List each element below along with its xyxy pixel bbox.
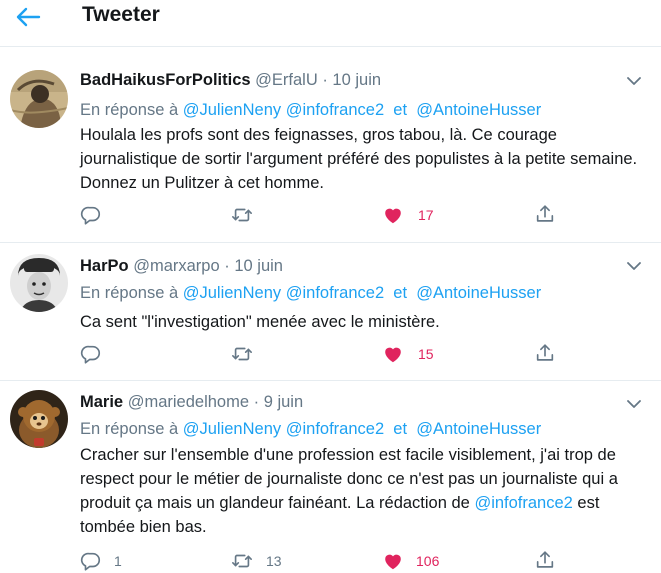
tweet-date[interactable]: 10 juin xyxy=(332,71,381,89)
author-name[interactable]: Marie xyxy=(80,393,123,411)
reply-count[interactable]: 1 xyxy=(114,553,122,569)
conjunction-text: et xyxy=(393,420,408,438)
separator-dot: · xyxy=(224,257,230,275)
tweet[interactable]: BadHaikusForPolitics @ErfalU · 10 juin E… xyxy=(0,0,661,242)
tweet-date[interactable]: 10 juin xyxy=(234,257,283,275)
author-handle[interactable]: @mariedelhome xyxy=(128,393,249,411)
conjunction-text: et xyxy=(393,284,408,302)
mention-link[interactable]: @infofrance2 xyxy=(286,284,384,302)
tweet[interactable]: Marie @mariedelhome · 9 juin En réponse … xyxy=(0,381,661,573)
tweet-date[interactable]: 9 juin xyxy=(264,393,303,411)
reply-context: En réponse à @JulienNeny @infofrance2 et… xyxy=(80,420,541,439)
avatar[interactable] xyxy=(10,70,68,128)
heart-icon[interactable] xyxy=(382,343,404,365)
separator-dot: · xyxy=(322,71,328,89)
mention-link[interactable]: @AntoineHusser xyxy=(416,284,541,302)
avatar-image xyxy=(10,390,68,448)
tweet-text: Cracher sur l'ensemble d'une profession … xyxy=(80,443,640,539)
mention-link[interactable]: @infofrance2 xyxy=(474,494,572,512)
reply-prefix: En réponse à xyxy=(80,420,179,438)
chevron-down-icon[interactable] xyxy=(626,76,642,86)
reply-context: En réponse à @JulienNeny @infofrance2 et… xyxy=(80,284,541,303)
tweet[interactable]: HarPo @marxarpo · 10 juin En réponse à @… xyxy=(0,243,661,380)
share-icon[interactable] xyxy=(534,549,556,571)
heart-icon[interactable] xyxy=(382,550,404,572)
mention-link[interactable]: @AntoineHusser xyxy=(416,101,541,119)
author-name[interactable]: HarPo xyxy=(80,257,129,275)
mention-link[interactable]: @JulienNeny xyxy=(183,284,281,302)
retweet-icon[interactable] xyxy=(231,204,253,226)
author-handle[interactable]: @marxarpo xyxy=(133,257,219,275)
avatar[interactable] xyxy=(10,390,68,448)
retweet-icon[interactable] xyxy=(231,550,253,572)
avatar-image xyxy=(10,254,68,312)
chevron-down-icon[interactable] xyxy=(626,399,642,409)
mention-link[interactable]: @AntoineHusser xyxy=(416,420,541,438)
like-count[interactable]: 106 xyxy=(416,553,439,569)
mention-link[interactable]: @JulienNeny xyxy=(183,101,281,119)
tweet-text: Houlala les profs sont des feignasses, g… xyxy=(80,126,638,192)
reply-prefix: En réponse à xyxy=(80,284,179,302)
like-count[interactable]: 17 xyxy=(418,207,434,223)
author-handle[interactable]: @ErfalU xyxy=(255,71,318,89)
chevron-down-icon[interactable] xyxy=(626,261,642,271)
heart-icon[interactable] xyxy=(382,204,404,226)
retweet-icon[interactable] xyxy=(231,343,253,365)
reply-icon[interactable] xyxy=(80,204,102,226)
reply-context: En réponse à @JulienNeny @infofrance2 et… xyxy=(80,101,541,120)
share-icon[interactable] xyxy=(534,203,556,225)
reply-icon[interactable] xyxy=(80,343,102,365)
author-name[interactable]: BadHaikusForPolitics xyxy=(80,71,251,89)
mention-link[interactable]: @infofrance2 xyxy=(286,420,384,438)
conjunction-text: et xyxy=(393,101,408,119)
retweet-count[interactable]: 13 xyxy=(266,553,282,569)
mention-link[interactable]: @infofrance2 xyxy=(286,101,384,119)
avatar[interactable] xyxy=(10,254,68,312)
like-count[interactable]: 15 xyxy=(418,346,434,362)
separator-dot: · xyxy=(253,393,260,411)
tweet-meta: HarPo @marxarpo · 10 juin xyxy=(80,257,283,276)
tweet-meta: BadHaikusForPolitics @ErfalU · 10 juin xyxy=(80,71,381,90)
reply-prefix: En réponse à xyxy=(80,101,179,119)
share-icon[interactable] xyxy=(534,342,556,364)
reply-icon[interactable] xyxy=(80,550,102,572)
avatar-image xyxy=(10,70,68,128)
mention-link[interactable]: @JulienNeny xyxy=(183,420,281,438)
tweet-text: Ca sent "l'investigation" menée avec le … xyxy=(80,313,440,331)
tweet-meta: Marie @mariedelhome · 9 juin xyxy=(80,393,303,412)
